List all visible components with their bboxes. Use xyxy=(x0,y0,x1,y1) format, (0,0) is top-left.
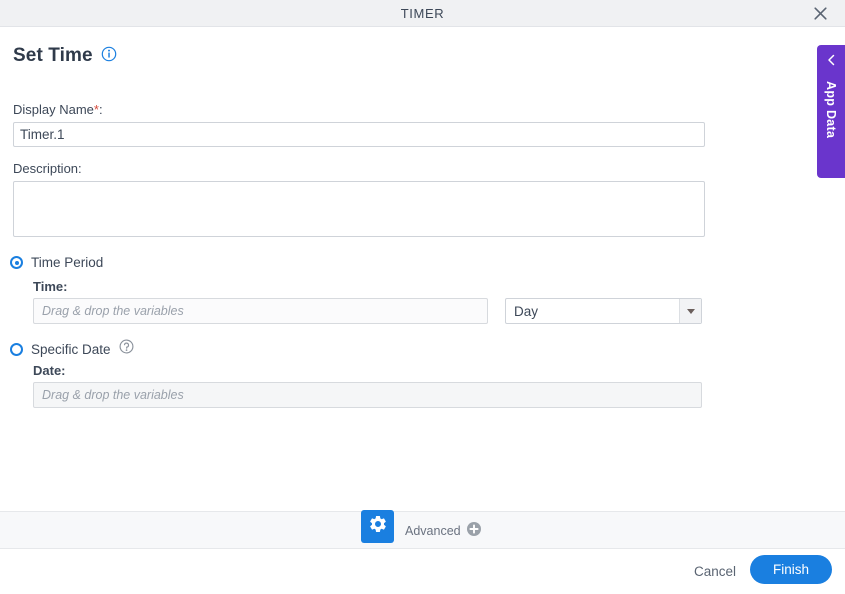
advanced-bar: Advanced xyxy=(0,510,845,550)
advanced-label: Advanced xyxy=(405,524,461,538)
display-name-colon: : xyxy=(98,102,103,117)
app-data-panel-tab[interactable]: App Data xyxy=(817,45,845,178)
chevron-down-icon[interactable] xyxy=(679,299,701,323)
advanced-toggle[interactable]: Advanced xyxy=(405,512,481,550)
date-label: Date: xyxy=(33,363,66,378)
radio-time-period-label: Time Period xyxy=(31,255,104,270)
cancel-button[interactable]: Cancel xyxy=(688,560,742,583)
dialog-footer: Cancel Finish xyxy=(0,549,845,594)
radio-specific-date-indicator xyxy=(10,342,23,356)
info-icon[interactable] xyxy=(101,46,117,67)
chevron-left-icon xyxy=(826,53,837,71)
dialog-titlebar: TIMER xyxy=(0,0,845,27)
close-button[interactable] xyxy=(803,0,837,27)
radio-specific-date-label: Specific Date xyxy=(31,341,111,357)
description-textarea[interactable] xyxy=(13,181,705,237)
radio-specific-date[interactable]: Specific Date xyxy=(10,339,134,359)
display-name-label-text: Display Name xyxy=(13,102,94,117)
time-unit-value: Day xyxy=(514,303,539,319)
dialog-title: TIMER xyxy=(400,6,445,21)
timer-dialog: TIMER Set Time Display Name*: Descript xyxy=(0,0,845,594)
finish-button[interactable]: Finish xyxy=(750,555,832,584)
date-variable-input[interactable] xyxy=(33,382,702,408)
page-title: Set Time xyxy=(13,45,93,66)
time-label: Time: xyxy=(33,279,68,294)
advanced-settings-button[interactable] xyxy=(361,510,394,543)
plus-circle-icon[interactable] xyxy=(466,521,481,541)
display-name-input[interactable] xyxy=(13,122,705,147)
question-circle-icon[interactable] xyxy=(119,339,134,359)
radio-time-period-indicator xyxy=(10,256,23,269)
gear-icon xyxy=(368,514,388,539)
radio-time-period[interactable]: Time Period xyxy=(10,255,103,270)
app-data-label: App Data xyxy=(824,81,838,139)
time-unit-dropdown[interactable]: Day xyxy=(505,298,702,324)
close-icon xyxy=(813,6,828,21)
page-heading: Set Time xyxy=(13,45,117,67)
time-variable-input[interactable] xyxy=(33,298,488,324)
display-name-label: Display Name*: xyxy=(13,102,103,117)
description-label: Description: xyxy=(13,161,82,176)
